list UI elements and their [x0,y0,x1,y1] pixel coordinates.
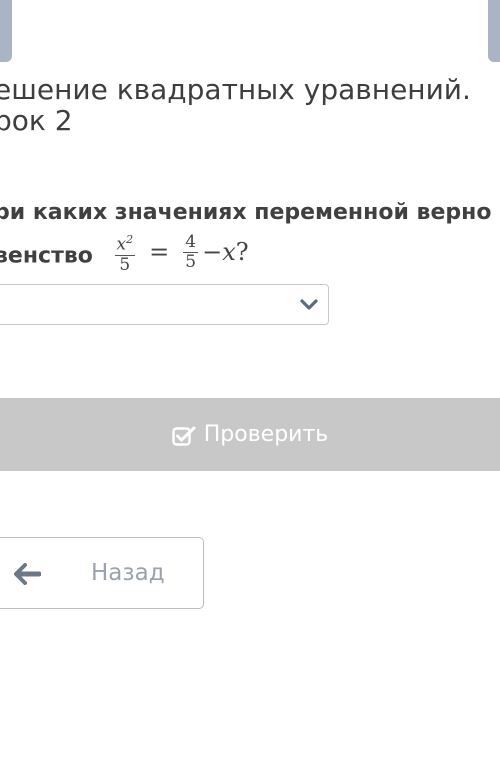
question-mark: ? [235,238,249,267]
answer-dropdown[interactable] [0,284,329,325]
arrow-left-icon [13,563,42,589]
rhs-numerator: 4 [183,231,199,253]
variable-x: x [222,238,236,267]
question-text: ри каких значениях переменной верно венс… [0,192,500,279]
lesson-title-line2: рок 2 [0,104,73,137]
fraction-rhs: 4 5 [183,231,199,272]
lesson-title-line1: ешение квадратных уравнений. [0,73,471,106]
question-line2-prefix: венство [0,243,93,269]
question-line2: венство x2 5 = 4 5 − x ? [0,232,500,279]
back-button-label: Назад [91,560,165,586]
lhs-numerator-var: x [116,234,127,255]
check-button-label: Проверить [203,422,329,447]
fraction-lhs: x2 5 [114,230,136,275]
top-nav-button-right[interactable] [488,0,500,62]
lhs-denominator: 5 [119,254,131,275]
check-button[interactable]: Проверить [0,398,500,471]
rhs-denominator: 5 [185,251,197,272]
back-button[interactable]: Назад [0,537,204,609]
top-nav-button-left[interactable] [0,0,12,62]
equation-formula: x2 5 = 4 5 − x ? [111,230,249,275]
lhs-numerator-exponent: 2 [126,233,134,246]
checkbox-icon [172,425,196,447]
equals-sign: = [149,238,170,267]
minus-sign: − [202,238,223,267]
lesson-title: ешение квадратных уравнений. рок 2 [0,74,500,136]
question-line1: ри каких значениях переменной верно [0,200,492,225]
chevron-down-icon[interactable] [299,297,319,316]
